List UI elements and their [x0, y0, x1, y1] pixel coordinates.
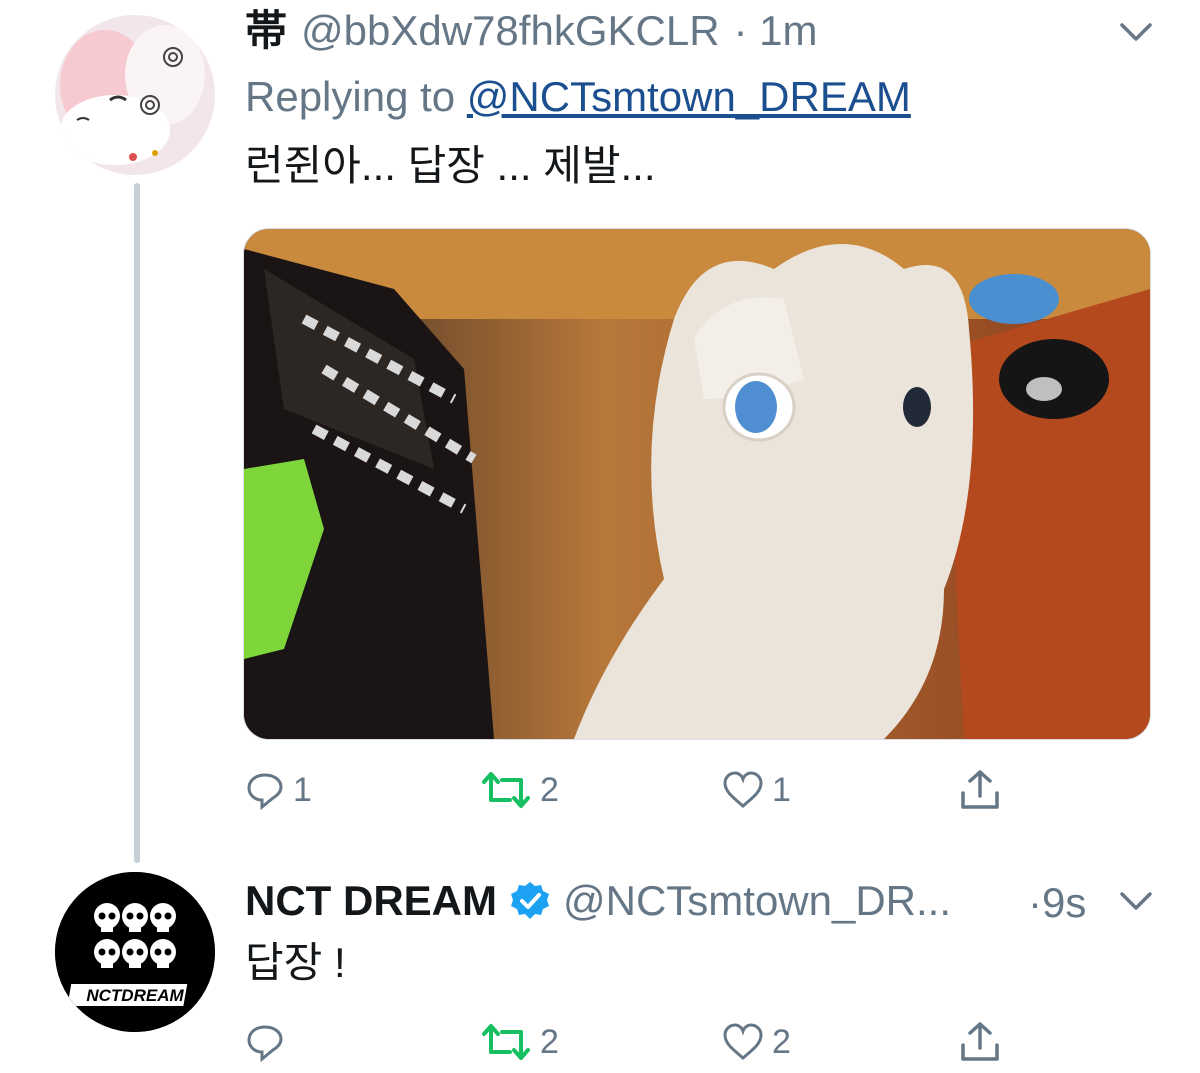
share-action[interactable]	[958, 768, 1002, 812]
timestamp[interactable]: · 1m	[734, 10, 818, 52]
retweet-action[interactable]: 2	[480, 1022, 559, 1062]
user-handle[interactable]: @NCTsmtown_DR...	[563, 880, 951, 922]
replying-to-label: Replying to	[245, 73, 456, 120]
like-count: 2	[772, 1022, 791, 1061]
thread-connector-line	[134, 183, 140, 863]
replying-to-handle-link[interactable]: @NCTsmtown_DREAM	[467, 73, 911, 120]
retweet-count: 2	[540, 1022, 559, 1061]
reply-icon	[247, 773, 283, 810]
anime-plush-avatar	[55, 15, 215, 175]
reply-action[interactable]	[245, 1022, 293, 1062]
share-icon	[961, 1022, 999, 1061]
nct-dream-avatar[interactable]: NCTDREAM	[55, 872, 215, 1032]
retweet-icon	[482, 1024, 530, 1060]
tweet-media-image[interactable]	[243, 228, 1151, 740]
replying-to-line: Replying to @NCTsmtown_DREAM	[245, 76, 911, 118]
like-action[interactable]: 2	[722, 1022, 791, 1062]
display-name[interactable]: NCT DREAM	[245, 880, 497, 922]
like-action[interactable]: 1	[722, 770, 791, 810]
chevron-down-icon[interactable]	[1118, 21, 1154, 45]
reply-icon	[247, 1025, 283, 1062]
tweet-text: 답장 !	[245, 939, 346, 986]
chevron-down-icon[interactable]	[1118, 890, 1154, 914]
heart-icon	[723, 771, 763, 809]
heart-icon	[723, 1023, 763, 1061]
skull-logo-icon: NCTDREAM	[55, 872, 215, 1032]
white-plush-photo	[244, 229, 1150, 739]
user-handle[interactable]: @bbXdw78fhkGKCLR	[301, 10, 720, 52]
tweet-text: 런쥔아... 답장 ... 제발...	[245, 142, 656, 189]
share-action[interactable]	[958, 1020, 1002, 1064]
retweet-action[interactable]: 2	[480, 770, 559, 810]
retweet-count: 2	[540, 770, 559, 809]
share-icon	[961, 770, 999, 809]
timestamp[interactable]: ·9s	[1028, 882, 1086, 924]
display-name[interactable]: 帯	[245, 10, 287, 52]
reply-count: 1	[293, 770, 312, 809]
user-avatar[interactable]	[55, 15, 215, 175]
tweet-header: NCT DREAM @NCTsmtown_DR...	[245, 880, 951, 922]
verified-badge-icon	[510, 882, 549, 919]
reply-action[interactable]: 1	[245, 770, 312, 810]
retweet-icon	[482, 772, 530, 808]
tweet-header: 帯 @bbXdw78fhkGKCLR · 1m	[245, 10, 818, 52]
avatar-logo-text: NCTDREAM	[86, 986, 184, 1005]
like-count: 1	[772, 770, 791, 809]
